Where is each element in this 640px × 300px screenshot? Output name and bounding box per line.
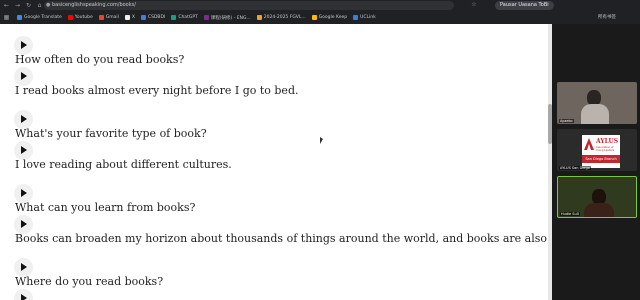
play-button[interactable]: [14, 289, 33, 300]
aylus-logo-icon: [584, 138, 594, 150]
logo-band: San Diego Branch: [582, 155, 620, 163]
home-icon[interactable]: ⌂: [35, 1, 44, 10]
participant-tile[interactable]: AYLUS Association of Young Leaders San D…: [557, 129, 637, 171]
browser-chrome: ← → ↻ ⌂ ● basicenglishspeaking.com/books…: [0, 0, 640, 24]
video-participants-panel: Ayaeko AYLUS Association of Young Leader…: [552, 24, 640, 300]
aylus-logo: AYLUS Association of Young Leaders San D…: [582, 135, 620, 168]
bookmark-course[interactable]: 课程(研修) - ENG...: [203, 15, 251, 21]
bookmarks-bar: ▦ Google Translate Youtube Gmail X CSDBD…: [0, 12, 640, 23]
chatgpt-icon: [171, 15, 177, 20]
participant-name: Ayaeko: [559, 119, 574, 123]
gmail-icon: [98, 15, 104, 20]
csdbdi-icon: [140, 15, 146, 20]
bookmark-chatgpt[interactable]: ChatGPT: [171, 15, 198, 20]
x-icon: [124, 15, 130, 20]
back-icon[interactable]: ←: [2, 1, 11, 10]
logo-subtitle: Association of Young Leaders: [596, 146, 615, 152]
url-text: basicenglishspeaking.com/books/: [52, 2, 136, 8]
bookmark-csdbdi[interactable]: CSDBDI: [140, 15, 165, 20]
bookmark-uclink[interactable]: UCLink: [353, 15, 376, 20]
participant-tile-active[interactable]: Hudie Su0: [557, 176, 637, 218]
participant-tile[interactable]: Ayaeko: [557, 82, 637, 124]
logo-title: AYLUS: [596, 138, 619, 145]
address-bar[interactable]: ● basicenglishspeaking.com/books/: [44, 1, 454, 10]
pause-label: Pausar Uasana ToBi: [500, 2, 549, 8]
forward-icon[interactable]: →: [13, 1, 22, 10]
participant-video: [581, 104, 609, 124]
site-info-icon[interactable]: ●: [46, 1, 50, 10]
bookmark-fgvl[interactable]: 2024-2025 FGVL...: [256, 15, 306, 20]
bookmark-youtube[interactable]: Youtube: [67, 15, 93, 20]
question-text: What's your favorite type of book?: [15, 127, 207, 140]
participant-name: AYLUS San Diego: [559, 166, 591, 170]
question-text: Where do you read books?: [15, 275, 164, 288]
answer-text: I read books almost every night before I…: [15, 84, 299, 97]
bookmark-gmail[interactable]: Gmail: [98, 15, 119, 20]
pause-profile-chip[interactable]: Pausar Uasana ToBi: [495, 1, 554, 10]
all-bookmarks[interactable]: 所有书签: [598, 12, 616, 23]
mouse-cursor: [320, 137, 323, 144]
participant-video: [584, 203, 614, 217]
participant-name: Hudie Su0: [560, 212, 580, 216]
bookmark-x[interactable]: X: [124, 15, 135, 20]
apps-icon[interactable]: ▦: [2, 13, 11, 22]
bookmark-google-translate[interactable]: Google Translate: [17, 15, 62, 20]
youtube-icon: [67, 15, 73, 20]
folder-icon: [256, 15, 262, 20]
question-text: How often do you read books?: [15, 53, 185, 66]
answer-text: Books can broaden my horizon about thous…: [15, 232, 548, 245]
question-text: What can you learn from books?: [15, 201, 196, 214]
star-icon[interactable]: ☆: [470, 1, 478, 9]
bookmark-google-keep[interactable]: Google Keep: [311, 15, 347, 20]
reload-icon[interactable]: ↻: [24, 1, 33, 10]
uclink-icon: [353, 15, 359, 20]
web-page: How often do you read books? I read book…: [0, 24, 548, 300]
translate-icon: [17, 15, 22, 20]
keep-icon: [311, 15, 317, 20]
toolbar-icons: ☆: [470, 1, 478, 9]
answer-text: I love reading about different cultures.: [15, 158, 232, 171]
course-icon: [203, 15, 209, 20]
